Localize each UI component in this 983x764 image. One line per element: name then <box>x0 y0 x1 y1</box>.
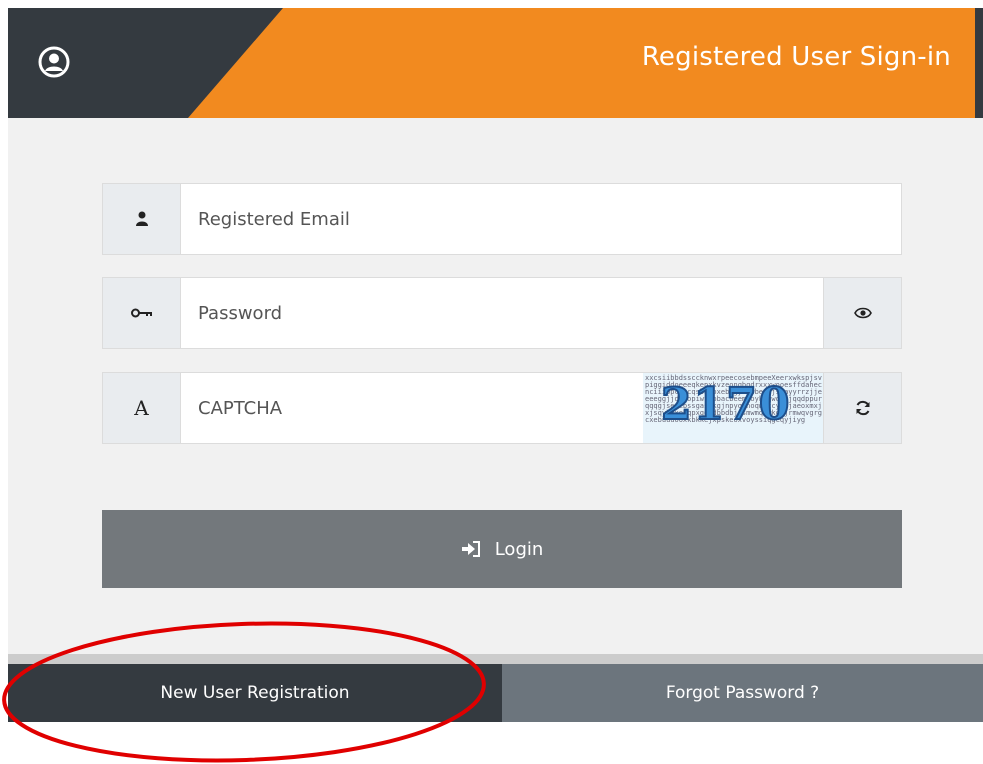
user-circle-icon <box>38 46 70 78</box>
login-label: Login <box>494 538 544 560</box>
password-input-group <box>102 277 902 349</box>
new-user-registration-button[interactable]: New User Registration <box>8 664 502 722</box>
sign-in-icon <box>461 541 480 557</box>
eye-icon <box>853 307 872 319</box>
register-label: New User Registration <box>160 683 350 703</box>
page-title: Registered User Sign-in <box>641 42 951 72</box>
forgot-label: Forgot Password ? <box>665 683 820 703</box>
user-icon <box>135 211 148 226</box>
password-field[interactable] <box>181 278 825 348</box>
captcha-code: 2170 <box>660 378 792 431</box>
header-bar: Registered User Sign-in <box>8 8 983 118</box>
header-right-edge <box>975 8 983 118</box>
key-icon <box>130 308 152 318</box>
captcha-refresh-button[interactable] <box>823 373 901 443</box>
password-addon <box>103 278 181 348</box>
captcha-field[interactable] <box>181 373 641 443</box>
captcha-letter-icon: A <box>134 396 149 420</box>
refresh-icon <box>856 400 869 416</box>
captcha-input-group: A xxcsiibbdssccknwxrpeecosebmpeeXeerxwks… <box>102 372 902 444</box>
forgot-password-button[interactable]: Forgot Password ? <box>502 664 983 722</box>
captcha-addon: A <box>103 373 181 443</box>
captcha-image: xxcsiibbdssccknwxrpeecosebmpeeXeerxwkspj… <box>643 373 825 443</box>
email-field[interactable] <box>181 184 901 254</box>
password-toggle-button[interactable] <box>823 278 901 348</box>
email-input-group <box>102 183 902 255</box>
login-button[interactable]: Login <box>102 510 902 588</box>
email-addon <box>103 184 181 254</box>
